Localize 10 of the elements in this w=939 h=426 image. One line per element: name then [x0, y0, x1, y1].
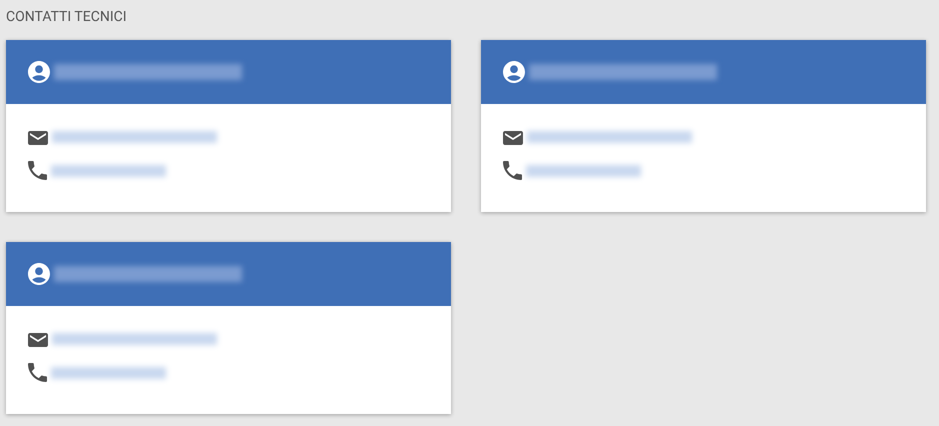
section-heading: CONTATTI TECNICI: [6, 8, 128, 26]
phone-icon: [28, 161, 47, 180]
mail-icon: [503, 128, 523, 144]
mail-icon: [28, 330, 48, 346]
phone-icon: [28, 363, 47, 382]
mail-icon: [28, 128, 48, 144]
account-icon: [28, 263, 50, 285]
account-icon: [503, 61, 525, 83]
account-icon: [28, 61, 50, 83]
phone-icon: [503, 161, 522, 180]
